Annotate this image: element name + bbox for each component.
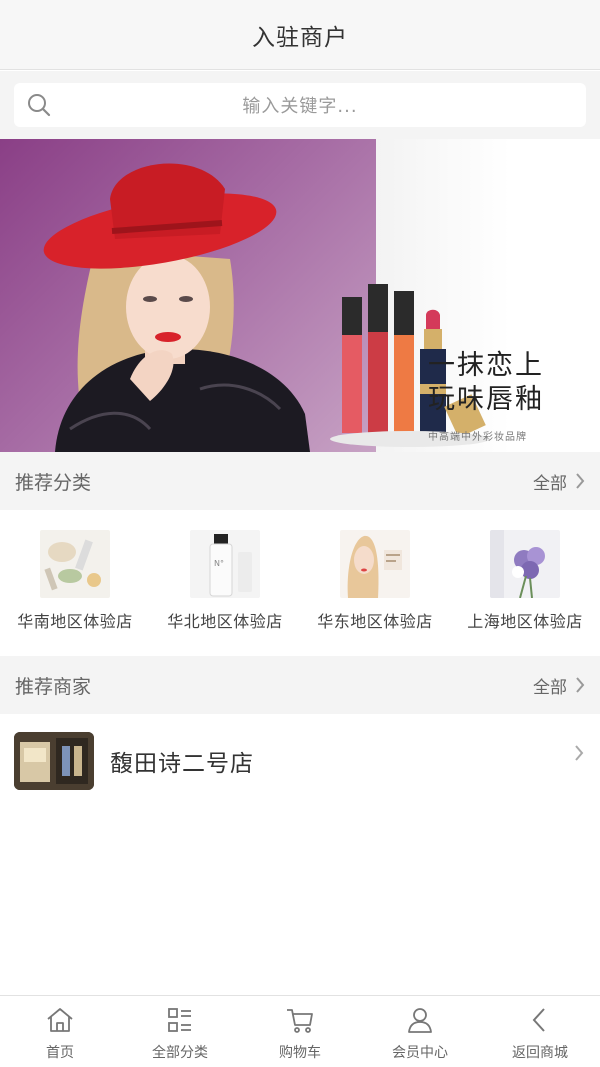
back-icon	[532, 1008, 545, 1032]
chevron-right-icon	[576, 473, 585, 489]
category-item-shanghai[interactable]: 上海地区体验店	[450, 514, 600, 656]
products-flatlay-thumb	[40, 530, 110, 598]
banner-headline-line-2: 玩味唇釉	[428, 384, 544, 415]
chevron-right-icon	[576, 677, 585, 693]
recommended-merchants-header: 推荐商家 全部	[0, 656, 600, 714]
view-all-label: 全部	[533, 473, 567, 494]
tab-member-center[interactable]: 会员中心	[360, 996, 480, 1067]
category-item-east-china[interactable]: 华东地区体验店	[300, 514, 450, 656]
category-item-north-china[interactable]: N° 华北地区体验店	[150, 514, 300, 656]
banner-subtitle: 中高端中外彩妆品牌	[428, 432, 527, 443]
cart-icon	[287, 1009, 313, 1033]
search-bar: 输入关键字...	[0, 71, 600, 139]
svg-text:N°: N°	[214, 559, 224, 568]
category-item-south-china[interactable]: 华南地区体验店	[0, 514, 150, 656]
promo-banner[interactable]: 一抹恋上 玩味唇釉 中高端中外彩妆品牌	[0, 139, 600, 452]
category-icon	[168, 1008, 191, 1032]
tab-label: 全部分类	[152, 1045, 208, 1061]
recommended-categories-header: 推荐分类 全部	[0, 452, 600, 510]
banner-headline: 一抹恋上 玩味唇釉	[428, 349, 544, 417]
user-icon	[408, 1008, 432, 1033]
bottom-tab-bar: 首页 全部分类 购物车 会员中心 返回商城	[0, 995, 600, 1067]
tab-label: 购物车	[279, 1045, 321, 1061]
category-label: 上海地区体验店	[467, 612, 583, 631]
merchant-row[interactable]: 馥田诗二号店	[0, 717, 600, 805]
home-icon	[47, 1008, 73, 1032]
tab-label: 会员中心	[392, 1045, 448, 1061]
category-label: 华南地区体验店	[17, 612, 133, 631]
search-placeholder: 输入关键字...	[242, 96, 358, 117]
tab-home[interactable]: 首页	[0, 996, 120, 1067]
category-label: 华北地区体验店	[167, 612, 283, 631]
tab-cart[interactable]: 购物车	[240, 996, 360, 1067]
category-list: 华南地区体验店 N° 华北地区体验店 华东地区体验店 上海地区体验店	[0, 514, 600, 656]
search-input[interactable]: 输入关键字...	[14, 83, 586, 127]
tab-label: 首页	[46, 1045, 74, 1061]
model-portrait-thumb	[340, 530, 410, 598]
bouquet-thumb	[490, 530, 560, 598]
view-all-merchants-link[interactable]: 全部	[533, 673, 585, 698]
search-icon	[28, 94, 51, 117]
bottle-thumb: N°	[190, 530, 260, 598]
chevron-right-icon	[575, 745, 584, 761]
banner-model-photo	[0, 139, 376, 452]
top-bar: 入驻商户	[0, 0, 600, 70]
merchant-name: 馥田诗二号店	[110, 751, 254, 777]
storefront-thumb	[14, 732, 94, 790]
section-title: 推荐商家	[15, 675, 92, 698]
tab-label: 返回商城	[512, 1045, 568, 1061]
view-all-label: 全部	[533, 677, 567, 698]
view-all-categories-link[interactable]: 全部	[533, 469, 585, 494]
model-illustration	[43, 163, 310, 452]
section-title: 推荐分类	[15, 471, 92, 494]
page-title: 入驻商户	[252, 24, 348, 51]
banner-headline-line-1: 一抹恋上	[428, 350, 544, 381]
category-label: 华东地区体验店	[317, 612, 433, 631]
tab-all-categories[interactable]: 全部分类	[120, 996, 240, 1067]
tab-back-to-mall[interactable]: 返回商城	[480, 996, 600, 1067]
